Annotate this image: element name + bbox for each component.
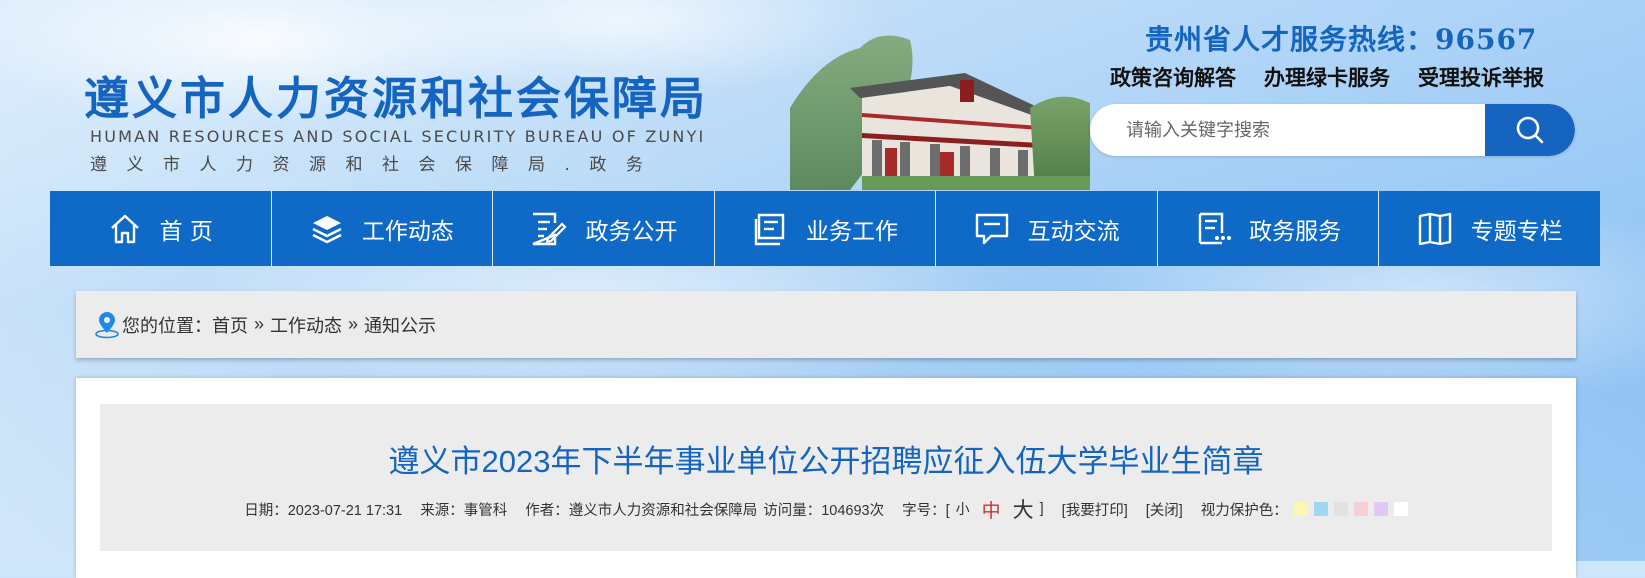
- nav-item-business[interactable]: 业务工作: [714, 191, 937, 266]
- breadcrumb-work-news[interactable]: 工作动态: [270, 312, 342, 338]
- nav-item-home[interactable]: 首 页: [50, 191, 272, 266]
- quick-links: 政策咨询解答 办理绿卡服务 受理投诉举报: [1110, 62, 1544, 92]
- font-size-label: 字号：[: [902, 502, 950, 519]
- nav-label: 业务工作: [806, 218, 899, 245]
- search-button[interactable]: [1485, 104, 1575, 156]
- breadcrumb-prefix: 您的位置：: [122, 315, 212, 336]
- main-nav: 首 页 工作动态 政务公开 业务工作 互动交流 政务服务 专题专栏: [50, 191, 1601, 266]
- nav-label: 互动交流: [1027, 218, 1120, 245]
- eye-care-swatch-blue[interactable]: [1313, 502, 1328, 516]
- font-size-medium-button[interactable]: 中: [982, 496, 1001, 523]
- search-icon: [1516, 116, 1544, 144]
- eye-care-swatch-pink[interactable]: [1353, 502, 1368, 516]
- search-box: [1090, 104, 1575, 156]
- article-container: 遵义市2023年下半年事业单位公开招聘应征入伍大学毕业生简章 日期：2023-0…: [76, 378, 1576, 578]
- nav-label: 首 页: [159, 218, 213, 245]
- site-logo-english: HUMAN RESOURCES AND SOCIAL SECURITY BURE…: [90, 127, 706, 146]
- quick-link-complaint[interactable]: 受理投诉举报: [1418, 62, 1544, 92]
- open-book-icon: [1418, 212, 1451, 245]
- site-logo-subtitle: 遵义市人力资源和社会保障局.政务: [90, 155, 663, 175]
- eye-care-swatch-purple[interactable]: [1373, 502, 1388, 516]
- breadcrumb-separator: »: [254, 314, 265, 334]
- search-input[interactable]: [1090, 104, 1470, 156]
- article-source: 来源：事管科: [420, 502, 508, 519]
- nav-label: 政务服务: [1249, 218, 1342, 245]
- quick-link-green-card[interactable]: 办理绿卡服务: [1264, 62, 1390, 92]
- nav-item-special[interactable]: 专题专栏: [1379, 191, 1601, 266]
- document-edit-icon: [532, 212, 567, 245]
- nav-item-gov-open[interactable]: 政务公开: [493, 191, 715, 266]
- font-size-large-button[interactable]: 大: [1013, 494, 1034, 524]
- nav-label: 政务公开: [585, 218, 678, 245]
- book-icon: [754, 213, 785, 245]
- breadcrumb: 您的位置： 首页 » 工作动态 » 通知公示: [76, 291, 1576, 358]
- article-views: 访问量：104693次: [763, 502, 885, 519]
- article-author: 作者：遵义市人力资源和社会保障局: [525, 502, 758, 519]
- nav-item-interaction[interactable]: 互动交流: [936, 191, 1158, 266]
- article-title: 遵义市2023年下半年事业单位公开招聘应征入伍大学毕业生简章: [388, 444, 1264, 479]
- nav-item-gov-service[interactable]: 政务服务: [1157, 191, 1380, 266]
- font-size-close-bracket: ]: [1039, 501, 1044, 517]
- eye-care-swatch-yellow[interactable]: [1293, 502, 1308, 516]
- eye-care-swatch-white[interactable]: [1393, 502, 1408, 516]
- site-logo-title[interactable]: 遵义市人力资源和社会保障局: [84, 62, 708, 127]
- article-date: 日期：2023-07-21 17:31: [244, 502, 403, 519]
- breadcrumb-notices[interactable]: 通知公示: [364, 312, 436, 338]
- quick-link-policy[interactable]: 政策咨询解答: [1110, 62, 1236, 92]
- hotline-text: 贵州省人才服务热线：96567: [1145, 23, 1538, 56]
- close-button[interactable]: [关闭]: [1146, 499, 1183, 520]
- article-header: 遵义市2023年下半年事业单位公开招聘应征入伍大学毕业生简章 日期：2023-0…: [100, 404, 1552, 551]
- nav-label: 专题专栏: [1470, 218, 1563, 245]
- article-meta: 日期：2023-07-21 17:31 来源：事管科 作者：遵义市人力资源和社会…: [100, 494, 1552, 524]
- breadcrumb-home[interactable]: 首页: [212, 312, 248, 338]
- nav-item-work-news[interactable]: 工作动态: [271, 191, 494, 266]
- print-button[interactable]: [我要打印]: [1062, 499, 1128, 520]
- font-size-small-button[interactable]: 小: [956, 499, 970, 519]
- home-icon: [110, 214, 139, 243]
- service-doc-icon: [1198, 212, 1232, 244]
- eye-care-swatch-gray[interactable]: [1333, 502, 1348, 516]
- eye-care-label: 视力保护色：: [1200, 502, 1288, 519]
- header-building-image: [790, 35, 1090, 190]
- breadcrumb-separator: »: [348, 314, 359, 334]
- chat-icon: [975, 213, 1008, 244]
- nav-label: 工作动态: [361, 218, 454, 245]
- layers-icon: [312, 215, 342, 243]
- location-pin-icon: [95, 311, 119, 338]
